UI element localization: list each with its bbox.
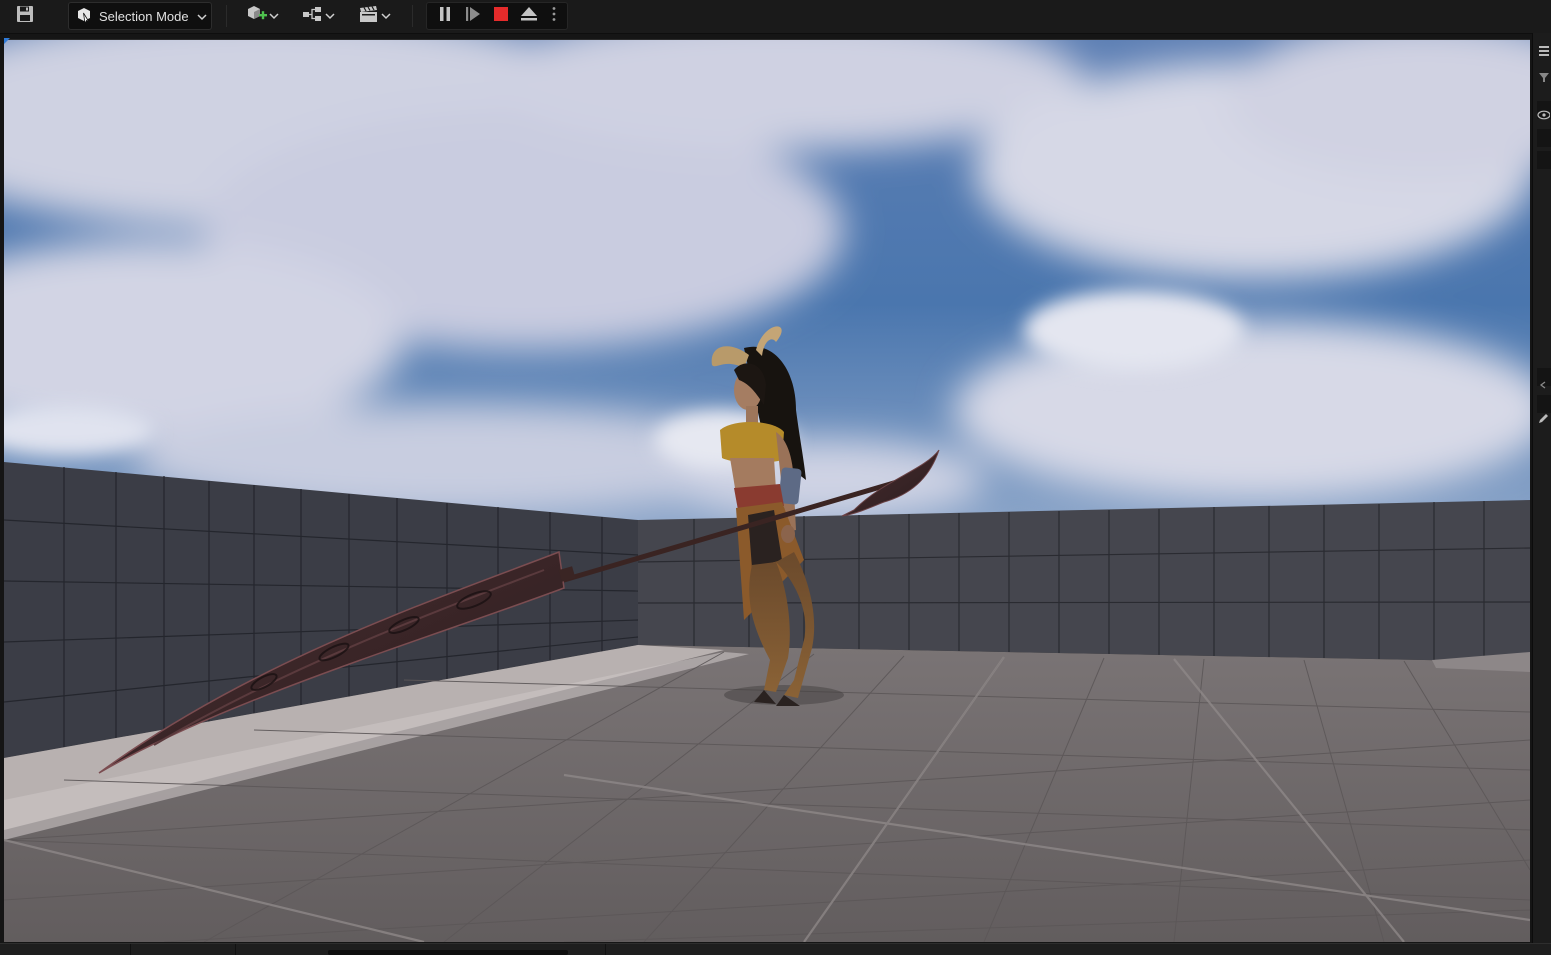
save-button[interactable] xyxy=(10,2,40,30)
add-actor-icon xyxy=(245,4,269,29)
status-divider xyxy=(605,944,606,955)
eject-icon xyxy=(520,6,538,27)
chevron-down-icon xyxy=(325,7,335,25)
more-options-button[interactable] xyxy=(543,3,565,29)
chevron-down-icon xyxy=(381,7,391,25)
panel-row xyxy=(1537,151,1551,169)
viewport-corner-indicator xyxy=(4,38,10,44)
panel-row xyxy=(1537,129,1551,147)
play-controls xyxy=(426,2,568,30)
edit-icon[interactable] xyxy=(1536,411,1550,427)
console-input[interactable] xyxy=(328,950,568,955)
eject-button[interactable] xyxy=(515,3,543,29)
selection-mode-icon xyxy=(75,6,93,27)
chevron-down-icon xyxy=(269,7,279,25)
add-actor-button[interactable] xyxy=(240,2,284,30)
main-toolbar: Selection Mode xyxy=(0,0,1551,34)
bottom-status-bar xyxy=(0,943,1551,955)
selection-mode-dropdown[interactable]: Selection Mode xyxy=(68,2,212,30)
pause-button[interactable] xyxy=(431,3,459,29)
level-viewport[interactable] xyxy=(4,39,1530,942)
clapperboard-icon xyxy=(357,5,381,28)
pause-icon xyxy=(438,6,452,27)
selection-mode-label: Selection Mode xyxy=(99,8,189,24)
cinematics-button[interactable] xyxy=(352,2,396,30)
stop-icon xyxy=(493,6,509,27)
save-icon xyxy=(16,5,34,28)
chevron-down-icon xyxy=(197,9,207,24)
filter-icon[interactable] xyxy=(1536,69,1550,85)
toolbar-divider xyxy=(412,5,413,27)
status-divider xyxy=(235,944,236,955)
eye-icon[interactable] xyxy=(1536,107,1550,123)
stop-button[interactable] xyxy=(487,3,515,29)
frame-skip-icon xyxy=(464,6,482,27)
details-panel-edge xyxy=(1532,33,1551,943)
scene-render xyxy=(4,40,1530,942)
more-options-icon xyxy=(552,6,556,27)
collapse-arrow-icon[interactable] xyxy=(1536,377,1550,393)
status-divider xyxy=(130,944,131,955)
toolbar-divider xyxy=(226,5,227,27)
menu-icon[interactable] xyxy=(1536,43,1550,59)
blueprint-button[interactable] xyxy=(296,2,340,30)
blueprint-icon xyxy=(301,5,325,28)
frame-skip-button[interactable] xyxy=(459,3,487,29)
